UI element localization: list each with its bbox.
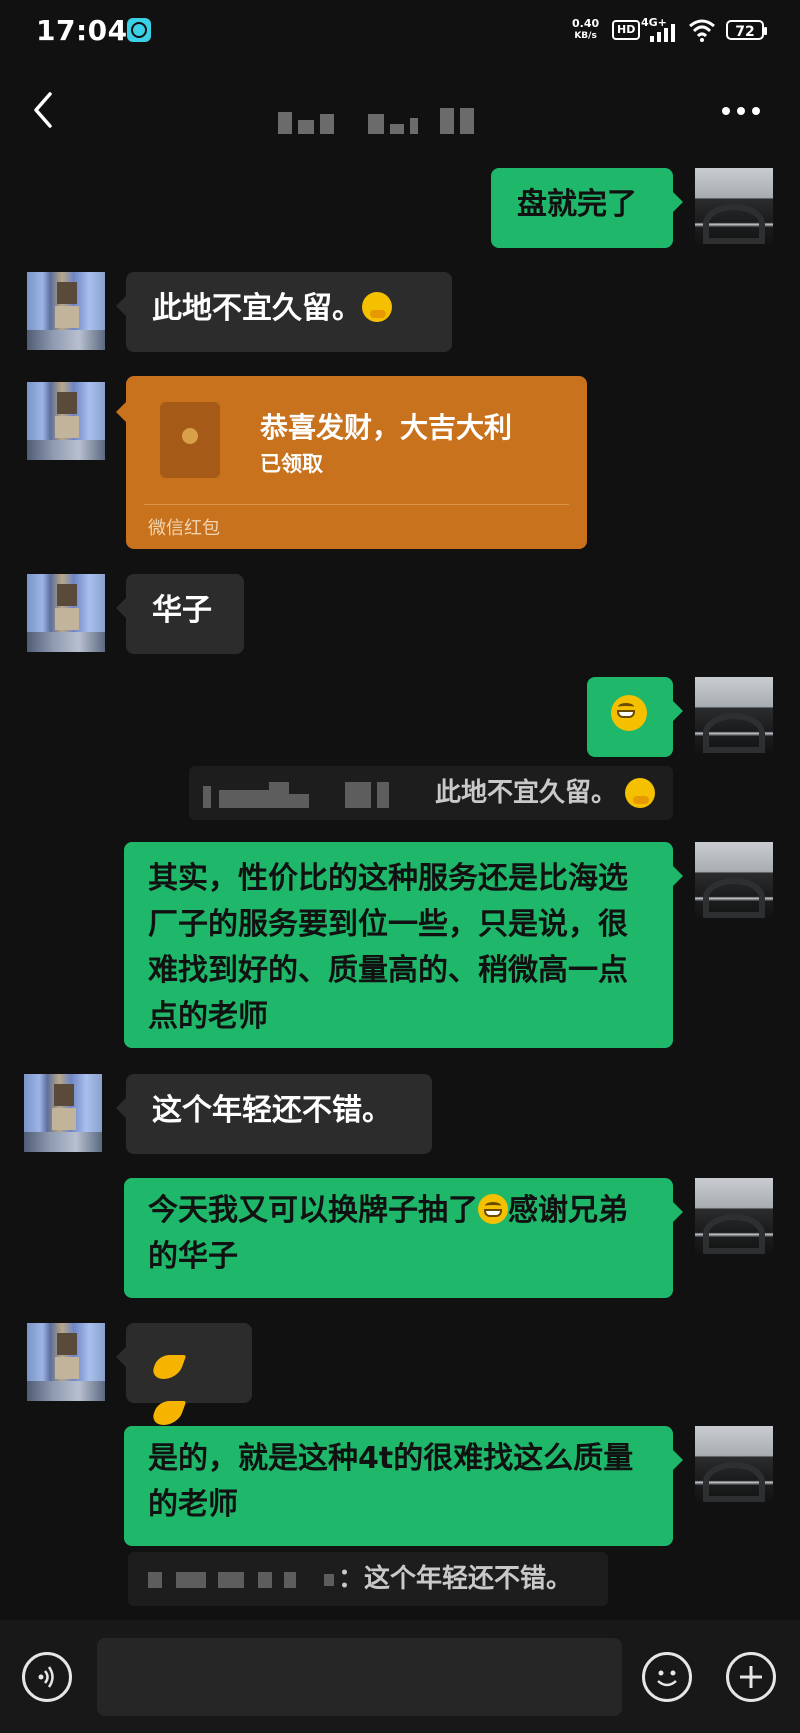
avatar-me[interactable] bbox=[695, 168, 773, 246]
folded-hands-icon bbox=[150, 1349, 184, 1381]
voice-icon[interactable] bbox=[22, 1652, 72, 1702]
app-notification-icon bbox=[127, 18, 151, 42]
battery-indicator: 72 bbox=[726, 20, 767, 40]
grinning-face-icon bbox=[478, 1194, 508, 1224]
avatar-contact[interactable] bbox=[24, 1074, 102, 1152]
grinning-face-icon bbox=[611, 695, 647, 731]
quoted-text: ：这个年轻还不错。 bbox=[338, 1564, 573, 1594]
avatar-me[interactable] bbox=[695, 1426, 773, 1504]
message-bubble-in[interactable] bbox=[116, 1323, 252, 1403]
message-text: 华子 bbox=[152, 593, 212, 628]
emoji-icon[interactable] bbox=[642, 1652, 692, 1702]
message-bubble-out[interactable]: 是的，就是这种4t的很难找这么质量的老师 bbox=[124, 1426, 683, 1546]
red-packet-title: 恭喜发财，大吉大利 bbox=[260, 411, 513, 444]
avatar-contact[interactable] bbox=[27, 1323, 105, 1401]
red-envelope-icon bbox=[160, 402, 220, 478]
message-text: 是的，就是这种4t的很难找这么质量的老师 bbox=[148, 1441, 634, 1522]
quoted-text: 此地不宜久留。 bbox=[434, 778, 617, 808]
avatar-contact[interactable] bbox=[27, 382, 105, 460]
quoted-message[interactable]: ：这个年轻还不错。 bbox=[128, 1552, 608, 1606]
thinking-face-icon bbox=[625, 778, 655, 808]
message-text: 盘就完了 bbox=[517, 187, 637, 222]
more-dots-icon[interactable] bbox=[722, 96, 768, 126]
message-bubble-out[interactable]: 今天我又可以换牌子抽了 感谢兄弟的华子 bbox=[124, 1178, 683, 1298]
message-bubble-out[interactable] bbox=[587, 677, 683, 757]
red-packet-label: 微信红包 bbox=[148, 518, 220, 539]
chevron-left-icon[interactable] bbox=[26, 88, 62, 132]
signal-icon bbox=[650, 24, 675, 42]
folded-hands-icon bbox=[150, 1395, 184, 1427]
avatar-contact[interactable] bbox=[27, 574, 105, 652]
avatar-me[interactable] bbox=[695, 1178, 773, 1256]
message-text: 这个年轻还不错。 bbox=[152, 1093, 392, 1128]
network-speed: 0.40 KB/s bbox=[572, 18, 599, 42]
message-bubble-out[interactable]: 其实，性价比的这种服务还是比海选厂子的服务要到位一些，只是说，很难找到好的、质量… bbox=[124, 842, 683, 1048]
plus-icon[interactable] bbox=[726, 1652, 776, 1702]
message-text: 此地不宜久留。 bbox=[152, 291, 362, 326]
hd-badge: HD bbox=[612, 20, 641, 40]
avatar-contact[interactable] bbox=[27, 272, 105, 350]
status-time: 17:04 bbox=[36, 14, 128, 47]
chat-title-redacted bbox=[278, 100, 474, 134]
message-bubble-in[interactable]: 这个年轻还不错。 bbox=[116, 1074, 432, 1154]
thinking-face-icon bbox=[362, 292, 392, 322]
message-bubble-in[interactable]: 华子 bbox=[116, 574, 244, 654]
wifi-icon bbox=[689, 19, 715, 42]
avatar-me[interactable] bbox=[695, 677, 773, 755]
red-packet-card[interactable]: 恭喜发财，大吉大利 已领取 微信红包 bbox=[116, 376, 587, 549]
message-bubble-in[interactable]: 此地不宜久留。 bbox=[116, 272, 452, 352]
message-input[interactable] bbox=[97, 1638, 622, 1716]
red-packet-status: 已领取 bbox=[260, 452, 323, 476]
network-speed-unit: KB/s bbox=[574, 31, 597, 41]
avatar-me[interactable] bbox=[695, 842, 773, 920]
divider bbox=[144, 504, 569, 505]
quoted-message[interactable]: 此地不宜久留。 bbox=[189, 766, 673, 820]
message-text-before: 今天我又可以换牌子抽了 bbox=[148, 1193, 478, 1228]
message-text: 其实，性价比的这种服务还是比海选厂子的服务要到位一些，只是说，很难找到好的、质量… bbox=[148, 861, 628, 1034]
message-bubble-out[interactable]: 盘就完了 bbox=[491, 168, 683, 248]
network-speed-value: 0.40 bbox=[572, 17, 600, 30]
